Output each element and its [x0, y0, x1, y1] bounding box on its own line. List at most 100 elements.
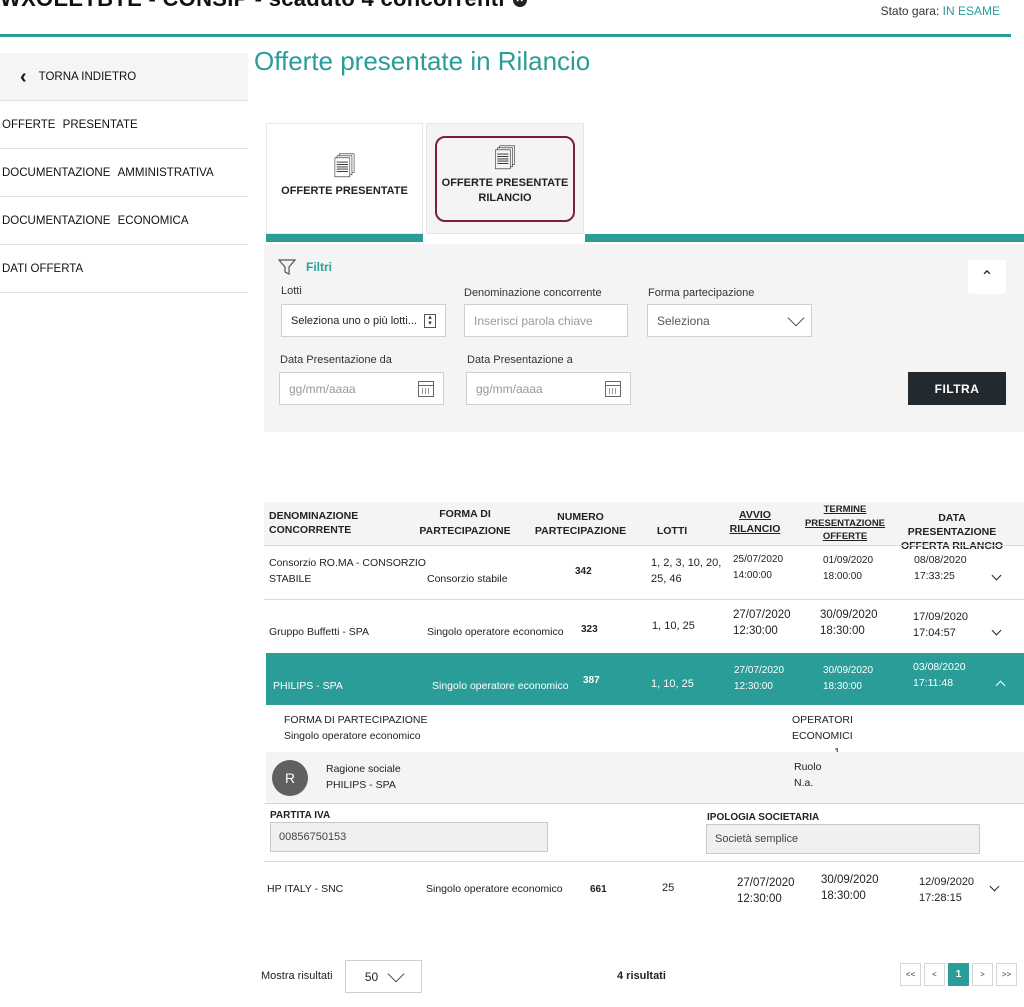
header-divider	[0, 34, 1011, 37]
row3-termine: 30/09/2020 18:30:00	[823, 665, 874, 692]
sidebar: ‹ TORNA INDIETRO OFFERTE PRESENTATE DOCU…	[0, 53, 248, 293]
data-a-input[interactable]: gg/mm/aaaa	[466, 372, 631, 405]
tab-indicator	[266, 234, 423, 242]
row3-avvio: 27/07/2020 12:30:00	[734, 665, 785, 692]
denominazione-input[interactable]: Inserisci parola chiave	[464, 304, 628, 337]
chevron-left-icon: ‹	[20, 65, 27, 88]
chevron-down-icon[interactable]	[989, 881, 1000, 892]
row2-avvio: 27/07/2020 12:30:00	[733, 609, 791, 637]
row1-data: 08/08/2020 17:33:25	[914, 554, 967, 582]
detail-forma: FORMA DI PARTECIPAZIONE Singolo operatore…	[284, 714, 428, 742]
row3-data: 03/08/2020 17:11:48	[913, 661, 966, 689]
row2-lotti: 1, 10, 25	[652, 620, 695, 632]
row2-forma: Singolo operatore economico	[427, 626, 564, 638]
row2-numero: 323	[581, 624, 598, 635]
tab-offerte-presentate[interactable]: 🗐 OFFERTE PRESENTATE	[266, 123, 423, 234]
spinner-icon: ▴ ▾	[424, 313, 436, 328]
th-denominazione[interactable]: DENOMINAZIONE CONCORRENTE	[269, 509, 358, 537]
chevron-down-icon[interactable]	[991, 570, 1002, 581]
th-termine[interactable]: TERMINE PRESENTAZIONE OFFERTE	[802, 503, 888, 544]
page-1-button[interactable]: 1	[948, 963, 969, 986]
row1-termine: 01/09/2020 18:00:00	[823, 555, 874, 582]
chevron-down-icon[interactable]	[991, 625, 1002, 636]
sidebar-item-dati-offerta[interactable]: DATI OFFERTA	[0, 245, 248, 293]
data-a-label: Data Presentazione a	[467, 354, 573, 366]
data-da-label: Data Presentazione da	[280, 354, 392, 366]
next-page-button[interactable]: >	[972, 963, 993, 986]
row-divider	[264, 861, 1024, 862]
chevron-up-icon: ⌃	[980, 269, 994, 286]
detail-ruolo: Ruolo N.a.	[794, 761, 822, 789]
partita-iva-field: 00856750153	[270, 822, 548, 852]
first-page-button[interactable]: <<	[900, 963, 921, 986]
document-stack-icon: 🗐	[494, 146, 516, 171]
back-button[interactable]: ‹ TORNA INDIETRO	[0, 53, 248, 101]
tab-indicator	[585, 234, 1024, 242]
row-divider	[264, 599, 1024, 600]
sidebar-item-documentazione-economica[interactable]: DOCUMENTAZIONE ECONOMICA	[0, 197, 248, 245]
th-data-presentazione[interactable]: DATA PRESENTAZIONE OFFERTA RILANCIO	[896, 511, 1008, 553]
partita-iva-label: PARTITA IVA	[270, 810, 331, 821]
last-page-button[interactable]: >>	[996, 963, 1017, 986]
chevron-down-icon	[387, 965, 405, 983]
sidebar-item-documentazione-amministrativa[interactable]: DOCUMENTAZIONE AMMINISTRATIVA	[0, 149, 248, 197]
page-title: Offerte presentate in Rilancio	[254, 46, 591, 76]
row2-data: 17/09/2020 17:04:57	[913, 611, 969, 639]
row1-avvio: 25/07/2020 14:00:00	[733, 554, 784, 581]
mostra-risultati-label: Mostra risultati	[261, 970, 333, 982]
prev-page-button[interactable]: <	[924, 963, 945, 986]
row-divider	[264, 545, 1024, 546]
filters-toggle[interactable]: Filtri	[278, 259, 332, 275]
th-avvio-rilancio[interactable]: AVVIO RILANCIO	[728, 508, 782, 536]
row4-avvio: 27/07/2020 12:30:00	[737, 877, 795, 905]
back-label: TORNA INDIETRO	[38, 70, 137, 83]
detail-ragione-sociale: Ragione sociale PHILIPS - SPA	[326, 763, 401, 791]
forma-label: Forma partecipazione	[648, 287, 755, 299]
lotti-label: Lotti	[281, 285, 302, 297]
chevron-down-icon	[787, 309, 805, 326]
calendar-icon[interactable]	[605, 380, 621, 397]
row4-forma: Singolo operatore economico	[426, 883, 563, 895]
forma-select[interactable]: Seleziona	[647, 304, 812, 337]
lotti-select[interactable]: Seleziona uno o più lotti... ▴ ▾	[281, 304, 446, 337]
th-forma[interactable]: FORMA DI PARTECIPAZIONE	[415, 507, 515, 538]
row1-denominazione[interactable]: Consorzio RO.MA - CONSORZIO STABILE	[269, 555, 426, 587]
row4-termine: 30/09/2020 18:30:00	[821, 874, 879, 902]
avatar: R	[272, 760, 308, 796]
document-stack-icon: 🗐	[333, 153, 356, 179]
per-page-select[interactable]: 50	[345, 960, 422, 993]
tipologia-field: Società semplice	[706, 824, 980, 854]
info-icon[interactable]: ✕	[512, 0, 527, 8]
pagination: << < 1 > >>	[900, 963, 1017, 986]
th-lotti[interactable]: LOTTI	[655, 524, 689, 538]
row2-termine: 30/09/2020 18:30:00	[820, 609, 878, 637]
row1-lotti: 1, 2, 3, 10, 20, 25, 46	[651, 557, 722, 585]
tab-offerte-presentate-rilancio[interactable]: 🗐 OFFERTE PRESENTATE RILANCIO	[426, 123, 584, 234]
row3-lotti: 1, 10, 25	[651, 678, 694, 690]
filtra-button[interactable]: FILTRA	[908, 372, 1006, 405]
row3-numero: 387	[583, 675, 600, 686]
tipologia-label: IPOLOGIA SOCIETARIA	[707, 812, 820, 823]
calendar-icon[interactable]	[418, 380, 434, 397]
table-row-active[interactable]	[266, 653, 1024, 705]
row1-numero: 342	[575, 566, 592, 577]
data-da-input[interactable]: gg/mm/aaaa	[279, 372, 444, 405]
row-divider	[264, 803, 1024, 804]
stato-gara-value: IN ESAME	[942, 4, 1000, 18]
row4-denominazione[interactable]: HP ITALY - SNC	[267, 881, 343, 897]
tab-highlight: 🗐 OFFERTE PRESENTATE RILANCIO	[435, 135, 575, 222]
stato-gara: Stato gara: IN ESAME	[880, 4, 1000, 18]
row3-denominazione[interactable]: PHILIPS - SPA	[273, 678, 343, 694]
sidebar-item-offerte-presentate[interactable]: OFFERTE PRESENTATE	[0, 101, 248, 149]
row2-denominazione[interactable]: Gruppo Buffetti - SPA	[269, 624, 369, 640]
row4-data: 12/09/2020 17:28:15	[919, 876, 975, 904]
row3-forma: Singolo operatore economico	[432, 680, 569, 692]
row4-numero: 661	[590, 884, 607, 895]
row4-lotti: 25	[662, 882, 675, 894]
results-count: 4 risultati	[617, 970, 666, 982]
denominazione-label: Denominazione concorrente	[464, 287, 602, 299]
collapse-filters-button[interactable]: ⌃	[968, 260, 1006, 294]
th-numero[interactable]: NUMERO PARTECIPAZIONE	[533, 510, 628, 538]
funnel-icon	[278, 259, 296, 275]
procedure-title: WXOEETBTE - CONSIP - scaduto 4 concorren…	[0, 0, 527, 12]
